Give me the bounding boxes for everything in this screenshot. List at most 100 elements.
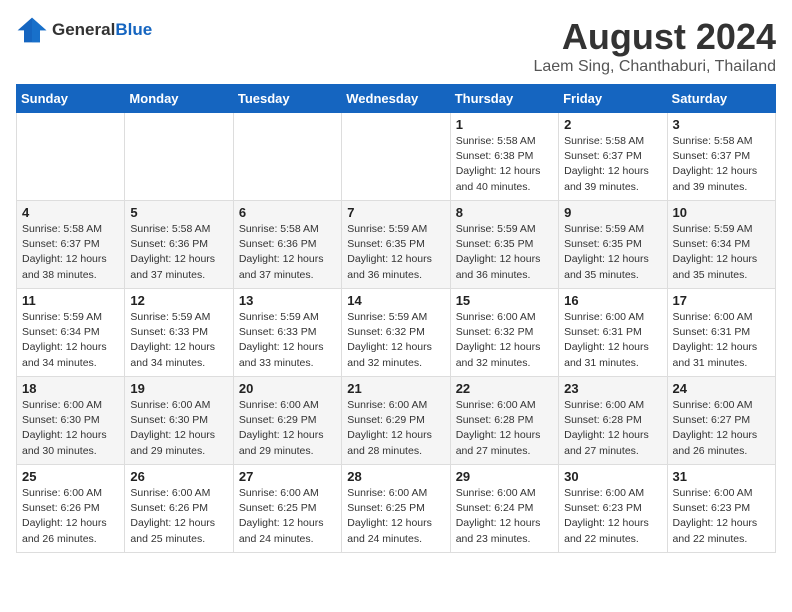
day-content: Sunrise: 5:59 AM Sunset: 6:35 PM Dayligh… [564,222,661,283]
day-content: Sunrise: 6:00 AM Sunset: 6:30 PM Dayligh… [130,398,227,459]
calendar-cell: 7Sunrise: 5:59 AM Sunset: 6:35 PM Daylig… [342,201,450,289]
logo-general: General [52,20,115,40]
day-number: 26 [130,469,227,484]
logo-blue: Blue [115,20,152,40]
day-number: 6 [239,205,336,220]
week-row-3: 11 Sunrise: 5:59 AM Sunset: 6:34 PM Dayli… [17,289,776,377]
calendar-cell: 29Sunrise: 6:00 AM Sunset: 6:24 PM Dayli… [450,465,558,553]
logo: General Blue [16,16,152,44]
day-number: 2 [564,117,661,132]
logo-icon [16,16,48,44]
day-content: Sunrise: 5:59 AM Sunset: 6:33 PM Dayligh… [130,310,227,371]
calendar-cell: 11 Sunrise: 5:59 AM Sunset: 6:34 PM Dayli… [17,289,125,377]
day-content: Sunrise: 6:00 AM Sunset: 6:26 PM Dayligh… [22,486,119,547]
calendar-cell: 28 Sunrise: 6:00 AM Sunset: 6:25 PM Dayli… [342,465,450,553]
day-number: 1 [456,117,553,132]
calendar-header: SundayMondayTuesdayWednesdayThursdayFrid… [17,85,776,113]
day-content: Sunrise: 6:00 AM Sunset: 6:25 PM Dayligh… [347,486,444,547]
day-content: Sunrise: 6:00 AM Sunset: 6:31 PM Dayligh… [564,310,661,371]
header-saturday: Saturday [667,85,775,113]
day-number: 11 [22,293,119,308]
day-number: 10 [673,205,770,220]
day-number: 16 [564,293,661,308]
calendar-cell: 5 Sunrise: 5:58 AM Sunset: 6:36 PM Daylig… [125,201,233,289]
calendar-cell: 25 Sunrise: 6:00 AM Sunset: 6:26 PM Dayli… [17,465,125,553]
calendar-cell: 1 Sunrise: 5:58 AM Sunset: 6:38 PM Daylig… [450,113,558,201]
day-content: Sunrise: 6:00 AM Sunset: 6:28 PM Dayligh… [456,398,553,459]
calendar-table: SundayMondayTuesdayWednesdayThursdayFrid… [16,84,776,553]
day-content: Sunrise: 6:00 AM Sunset: 6:28 PM Dayligh… [564,398,661,459]
day-number: 13 [239,293,336,308]
calendar-cell: 15 Sunrise: 6:00 AM Sunset: 6:32 PM Dayli… [450,289,558,377]
header-friday: Friday [559,85,667,113]
day-number: 12 [130,293,227,308]
day-content: Sunrise: 6:00 AM Sunset: 6:29 PM Dayligh… [239,398,336,459]
calendar-cell: 10Sunrise: 5:59 AM Sunset: 6:34 PM Dayli… [667,201,775,289]
title-section: August 2024 Laem Sing, Chanthaburi, Thai… [533,16,776,76]
calendar-cell: 4 Sunrise: 5:58 AM Sunset: 6:37 PM Daylig… [17,201,125,289]
calendar-cell [17,113,125,201]
day-content: Sunrise: 5:58 AM Sunset: 6:37 PM Dayligh… [564,134,661,195]
calendar-cell: 18 Sunrise: 6:00 AM Sunset: 6:30 PM Dayli… [17,377,125,465]
day-number: 22 [456,381,553,396]
day-content: Sunrise: 5:58 AM Sunset: 6:36 PM Dayligh… [239,222,336,283]
calendar-cell [342,113,450,201]
day-number: 8 [456,205,553,220]
day-number: 3 [673,117,770,132]
calendar-cell: 16 Sunrise: 6:00 AM Sunset: 6:31 PM Dayli… [559,289,667,377]
day-number: 7 [347,205,444,220]
day-number: 25 [22,469,119,484]
header-monday: Monday [125,85,233,113]
day-content: Sunrise: 5:58 AM Sunset: 6:38 PM Dayligh… [456,134,553,195]
day-number: 15 [456,293,553,308]
calendar-cell: 2 Sunrise: 5:58 AM Sunset: 6:37 PM Daylig… [559,113,667,201]
day-number: 5 [130,205,227,220]
day-content: Sunrise: 5:59 AM Sunset: 6:34 PM Dayligh… [22,310,119,371]
day-content: Sunrise: 5:58 AM Sunset: 6:37 PM Dayligh… [673,134,770,195]
day-number: 14 [347,293,444,308]
header: General Blue August 2024 Laem Sing, Chan… [16,16,776,76]
calendar-cell: 6 Sunrise: 5:58 AM Sunset: 6:36 PM Daylig… [233,201,341,289]
week-row-5: 25 Sunrise: 6:00 AM Sunset: 6:26 PM Dayli… [17,465,776,553]
day-number: 23 [564,381,661,396]
day-content: Sunrise: 6:00 AM Sunset: 6:30 PM Dayligh… [22,398,119,459]
calendar-cell: 26 Sunrise: 6:00 AM Sunset: 6:26 PM Dayli… [125,465,233,553]
week-row-1: 1 Sunrise: 5:58 AM Sunset: 6:38 PM Daylig… [17,113,776,201]
calendar-cell: 12 Sunrise: 5:59 AM Sunset: 6:33 PM Dayli… [125,289,233,377]
day-number: 20 [239,381,336,396]
day-content: Sunrise: 5:59 AM Sunset: 6:32 PM Dayligh… [347,310,444,371]
day-number: 9 [564,205,661,220]
day-content: Sunrise: 6:00 AM Sunset: 6:31 PM Dayligh… [673,310,770,371]
calendar-cell: 19 Sunrise: 6:00 AM Sunset: 6:30 PM Dayli… [125,377,233,465]
day-number: 28 [347,469,444,484]
calendar-cell [125,113,233,201]
calendar-cell: 3 Sunrise: 5:58 AM Sunset: 6:37 PM Daylig… [667,113,775,201]
day-number: 21 [347,381,444,396]
calendar-cell: 24Sunrise: 6:00 AM Sunset: 6:27 PM Dayli… [667,377,775,465]
day-content: Sunrise: 6:00 AM Sunset: 6:24 PM Dayligh… [456,486,553,547]
day-number: 24 [673,381,770,396]
day-number: 4 [22,205,119,220]
day-content: Sunrise: 6:00 AM Sunset: 6:32 PM Dayligh… [456,310,553,371]
day-number: 18 [22,381,119,396]
day-content: Sunrise: 5:59 AM Sunset: 6:33 PM Dayligh… [239,310,336,371]
week-row-4: 18 Sunrise: 6:00 AM Sunset: 6:30 PM Dayli… [17,377,776,465]
day-number: 31 [673,469,770,484]
day-content: Sunrise: 6:00 AM Sunset: 6:23 PM Dayligh… [564,486,661,547]
calendar-cell: 13 Sunrise: 5:59 AM Sunset: 6:33 PM Dayli… [233,289,341,377]
header-row: SundayMondayTuesdayWednesdayThursdayFrid… [17,85,776,113]
day-content: Sunrise: 5:59 AM Sunset: 6:35 PM Dayligh… [456,222,553,283]
calendar-cell: 9 Sunrise: 5:59 AM Sunset: 6:35 PM Daylig… [559,201,667,289]
calendar-cell: 30Sunrise: 6:00 AM Sunset: 6:23 PM Dayli… [559,465,667,553]
day-content: Sunrise: 5:58 AM Sunset: 6:36 PM Dayligh… [130,222,227,283]
header-sunday: Sunday [17,85,125,113]
calendar-cell: 31Sunrise: 6:00 AM Sunset: 6:23 PM Dayli… [667,465,775,553]
day-content: Sunrise: 5:58 AM Sunset: 6:37 PM Dayligh… [22,222,119,283]
day-number: 19 [130,381,227,396]
calendar-title: August 2024 [533,16,776,58]
day-content: Sunrise: 6:00 AM Sunset: 6:26 PM Dayligh… [130,486,227,547]
header-wednesday: Wednesday [342,85,450,113]
week-row-2: 4 Sunrise: 5:58 AM Sunset: 6:37 PM Daylig… [17,201,776,289]
header-thursday: Thursday [450,85,558,113]
calendar-cell [233,113,341,201]
